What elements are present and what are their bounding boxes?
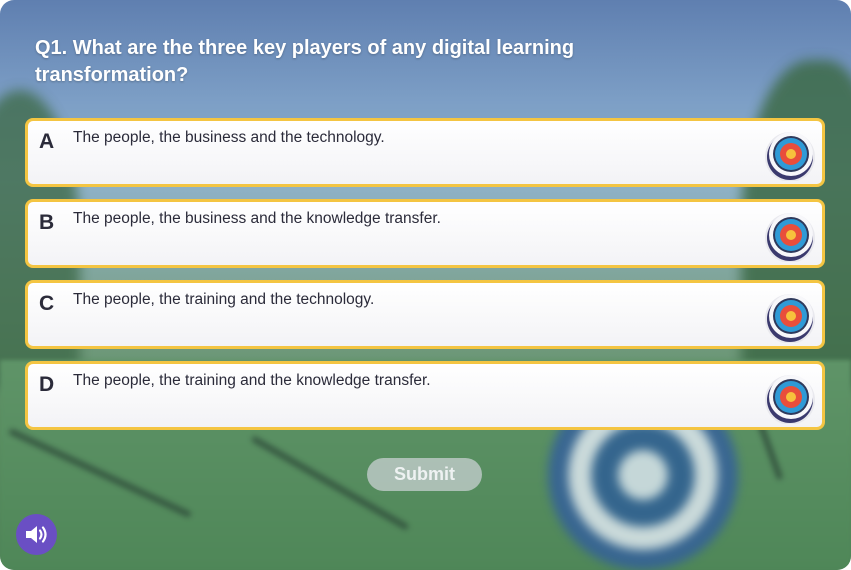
- archery-target-icon: [765, 294, 815, 343]
- archery-target-icon: [765, 213, 815, 262]
- archery-target-icon: [765, 132, 815, 181]
- audio-toggle-button[interactable]: [16, 514, 57, 555]
- answer-option-b[interactable]: B The people, the business and the knowl…: [25, 199, 825, 268]
- answer-text: The people, the training and the technol…: [73, 291, 375, 308]
- answer-text: The people, the training and the knowled…: [73, 372, 431, 389]
- answer-option-c[interactable]: C The people, the training and the techn…: [25, 280, 825, 349]
- answer-letter: A: [39, 130, 55, 153]
- question-title: Q1. What are the three key players of an…: [35, 37, 575, 86]
- submit-button[interactable]: Submit: [367, 458, 482, 491]
- answer-letter: B: [39, 211, 55, 234]
- answer-text: The people, the business and the knowled…: [73, 210, 441, 227]
- answer-letter: C: [39, 292, 55, 315]
- quiz-stage: Q1. What are the three key players of an…: [0, 0, 851, 570]
- archery-target-icon: [765, 375, 815, 424]
- answer-option-a[interactable]: A The people, the business and the techn…: [25, 118, 825, 187]
- answer-letter: D: [39, 373, 55, 396]
- speaker-icon: [26, 526, 47, 543]
- answer-text: The people, the business and the technol…: [73, 129, 385, 146]
- answer-list: A The people, the business and the techn…: [25, 118, 825, 442]
- answer-option-d[interactable]: D The people, the training and the knowl…: [25, 361, 825, 430]
